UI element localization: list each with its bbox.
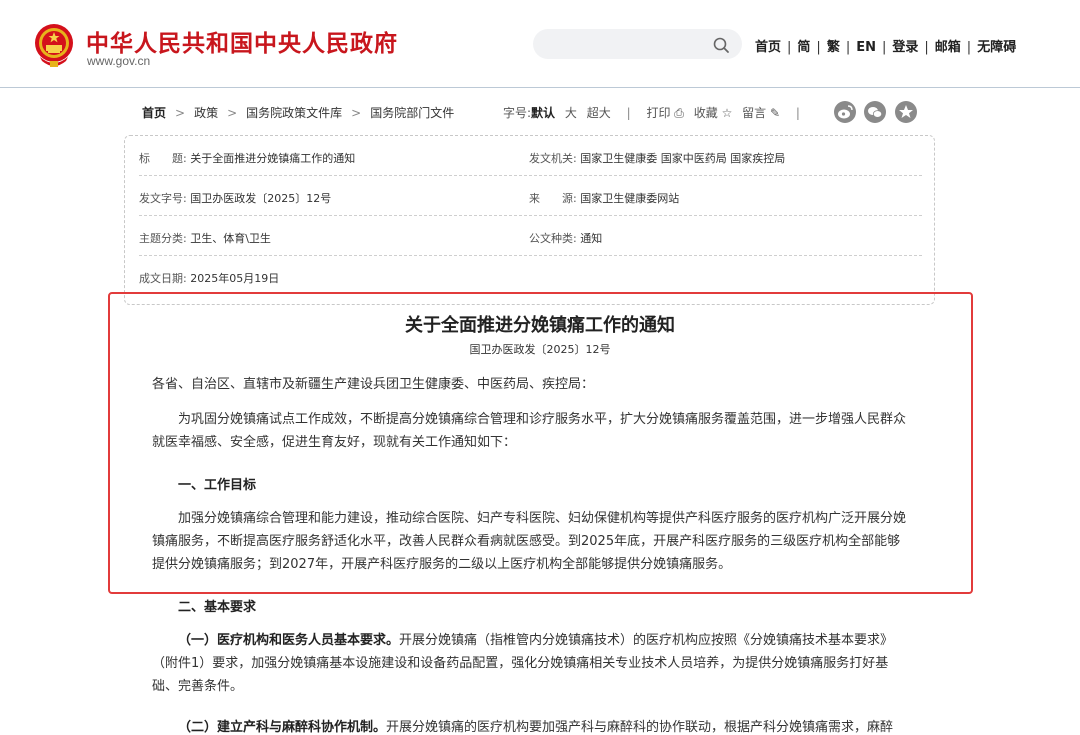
nav-english[interactable]: EN <box>856 40 876 55</box>
chevron-right-icon: > <box>351 106 362 120</box>
subsection-1-title: （一）医疗机构和医务人员基本要求。 <box>178 633 400 648</box>
site-title[interactable]: 中华人民共和国中央人民政府 <box>86 24 398 58</box>
nav-separator: | <box>816 40 821 55</box>
chevron-right-icon: > <box>175 106 186 120</box>
info-issuer-label: 发文机关: <box>529 152 577 165</box>
nav-separator: | <box>845 40 851 55</box>
subsection-2: （二）建立产科与麻醉科协作机制。开展分娩镇痛的医疗机构要加强产科与麻醉科的协作联… <box>152 716 912 735</box>
info-title-value: 关于全面推进分娩镇痛工作的通知 <box>190 152 356 165</box>
favorite-button[interactable]: 收藏 ☆ <box>694 106 733 120</box>
font-size-large[interactable]: 大 <box>565 106 577 120</box>
font-size-label: 字号: <box>503 106 532 120</box>
info-source: 来 源: 国家卫生健康委网站 <box>529 190 679 206</box>
nav-login[interactable]: 登录 <box>892 40 918 55</box>
info-issuer: 发文机关: 国家卫生健康委 国家中医药局 国家疾控局 <box>529 150 785 166</box>
national-emblem-icon[interactable] <box>34 23 74 69</box>
font-size-xlarge[interactable]: 超大 <box>587 106 611 120</box>
breadcrumb-department-docs[interactable]: 国务院部门文件 <box>370 106 454 120</box>
info-type-value: 通知 <box>580 232 603 245</box>
tools-separator: | <box>626 106 631 120</box>
subsection-2-body: 开展分娩镇痛的医疗机构要加强产科与麻醉科的协作联动，根据产科分娩镇痛需求，麻醉 <box>386 720 894 735</box>
article-docno: 国卫办医政发〔2025〕12号 <box>469 343 611 356</box>
nav-simplified[interactable]: 简 <box>797 40 810 55</box>
nav-mail[interactable]: 邮箱 <box>935 40 961 55</box>
info-date: 成文日期: 2025年05月19日 <box>139 270 279 286</box>
star-icon: ☆ <box>721 106 733 120</box>
weibo-share-icon[interactable] <box>834 101 856 123</box>
breadcrumb-home[interactable]: 首页 <box>142 106 166 120</box>
tools-separator: | <box>795 106 800 120</box>
info-row: 标 题: 关于全面推进分娩镇痛工作的通知 发文机关: 国家卫生健康委 国家中医药… <box>139 136 922 176</box>
info-row: 成文日期: 2025年05月19日 <box>139 256 922 296</box>
site-url[interactable]: www.gov.cn <box>87 54 150 68</box>
info-date-label: 成文日期: <box>139 272 187 285</box>
nav-traditional[interactable]: 繁 <box>827 40 840 55</box>
nav-home[interactable]: 首页 <box>755 40 781 55</box>
article-salutation: 各省、自治区、直辖市及新疆生产建设兵团卫生健康委、中医药局、疾控局： <box>152 377 595 392</box>
info-docno-label: 发文字号: <box>139 192 187 205</box>
site-header: 中华人民共和国中央人民政府 www.gov.cn 首页 | 简 | 繁 | EN | 登录 | 邮箱… <box>0 0 1080 88</box>
info-topic: 主题分类: 卫生、体育\卫生 <box>139 230 271 246</box>
search-input[interactable] <box>547 35 707 53</box>
document-info-box: 标 题: 关于全面推进分娩镇痛工作的通知 发文机关: 国家卫生健康委 国家中医药… <box>124 135 935 305</box>
chevron-right-icon: > <box>227 106 238 120</box>
section-1-title: 一、工作目标 <box>178 478 257 493</box>
article-tools: 字号:默认 大 超大 | 打印 ⎙ 收藏 ☆ 留言 ✎ | <box>503 104 812 121</box>
info-topic-value: 卫生、体育\卫生 <box>190 232 271 245</box>
nav-separator: | <box>966 40 972 55</box>
comment-button[interactable]: 留言 ✎ <box>742 106 780 120</box>
printer-icon: ⎙ <box>674 106 684 120</box>
section-1-body: 加强分娩镇痛综合管理和能力建设，推动综合医院、妇产专科医院、妇幼保健机构等提供产… <box>152 511 907 572</box>
info-source-value: 国家卫生健康委网站 <box>580 192 680 205</box>
wechat-share-icon[interactable] <box>864 101 886 123</box>
nav-accessibility[interactable]: 无障碍 <box>977 40 1016 55</box>
info-type-label: 公文种类: <box>529 232 577 245</box>
comment-label: 留言 <box>742 106 767 120</box>
nav-separator: | <box>787 40 792 55</box>
breadcrumb-policy-library[interactable]: 国务院政策文件库 <box>246 106 342 120</box>
section-2-title: 二、基本要求 <box>178 600 257 615</box>
info-date-value: 2025年05月19日 <box>190 272 280 285</box>
article-title: 关于全面推进分娩镇痛工作的通知 <box>405 315 675 336</box>
info-title: 标 题: 关于全面推进分娩镇痛工作的通知 <box>139 150 355 166</box>
breadcrumb: 首页 > 政策 > 国务院政策文件库 > 国务院部门文件 <box>142 104 454 121</box>
info-source-label: 来 源: <box>529 192 577 205</box>
search-icon[interactable] <box>712 36 730 54</box>
info-docno-value: 国卫办医政发〔2025〕12号 <box>190 192 332 205</box>
info-row: 主题分类: 卫生、体育\卫生 公文种类: 通知 <box>139 216 922 256</box>
font-size-default[interactable]: 默认 <box>531 106 555 120</box>
article-intro: 为巩固分娩镇痛试点工作成效，不断提高分娩镇痛综合管理和诊疗服务水平，扩大分娩镇痛… <box>152 412 907 450</box>
favorite-share-icon[interactable] <box>895 101 917 123</box>
nav-separator: | <box>881 40 887 55</box>
print-label: 打印 <box>646 106 671 120</box>
info-type: 公文种类: 通知 <box>529 230 602 246</box>
top-nav: 首页 | 简 | 繁 | EN | 登录 | 邮箱 | 无障碍 <box>755 36 1016 55</box>
info-topic-label: 主题分类: <box>139 232 187 245</box>
info-title-label: 标 题: <box>139 152 187 165</box>
nav-separator: | <box>924 40 929 55</box>
subsection-1: （一）医疗机构和医务人员基本要求。开展分娩镇痛（指椎管内分娩镇痛技术）的医疗机构… <box>152 629 912 698</box>
favorite-label: 收藏 <box>693 106 718 120</box>
search-box[interactable] <box>533 29 742 59</box>
pencil-icon: ✎ <box>770 106 781 120</box>
breadcrumb-policy[interactable]: 政策 <box>194 106 218 120</box>
print-button[interactable]: 打印 ⎙ <box>646 106 683 120</box>
info-row: 发文字号: 国卫办医政发〔2025〕12号 来 源: 国家卫生健康委网站 <box>139 176 922 216</box>
info-issuer-value: 国家卫生健康委 国家中医药局 国家疾控局 <box>580 152 786 165</box>
subsection-2-title: （二）建立产科与麻醉科协作机制。 <box>178 720 387 735</box>
info-docno: 发文字号: 国卫办医政发〔2025〕12号 <box>139 190 331 206</box>
